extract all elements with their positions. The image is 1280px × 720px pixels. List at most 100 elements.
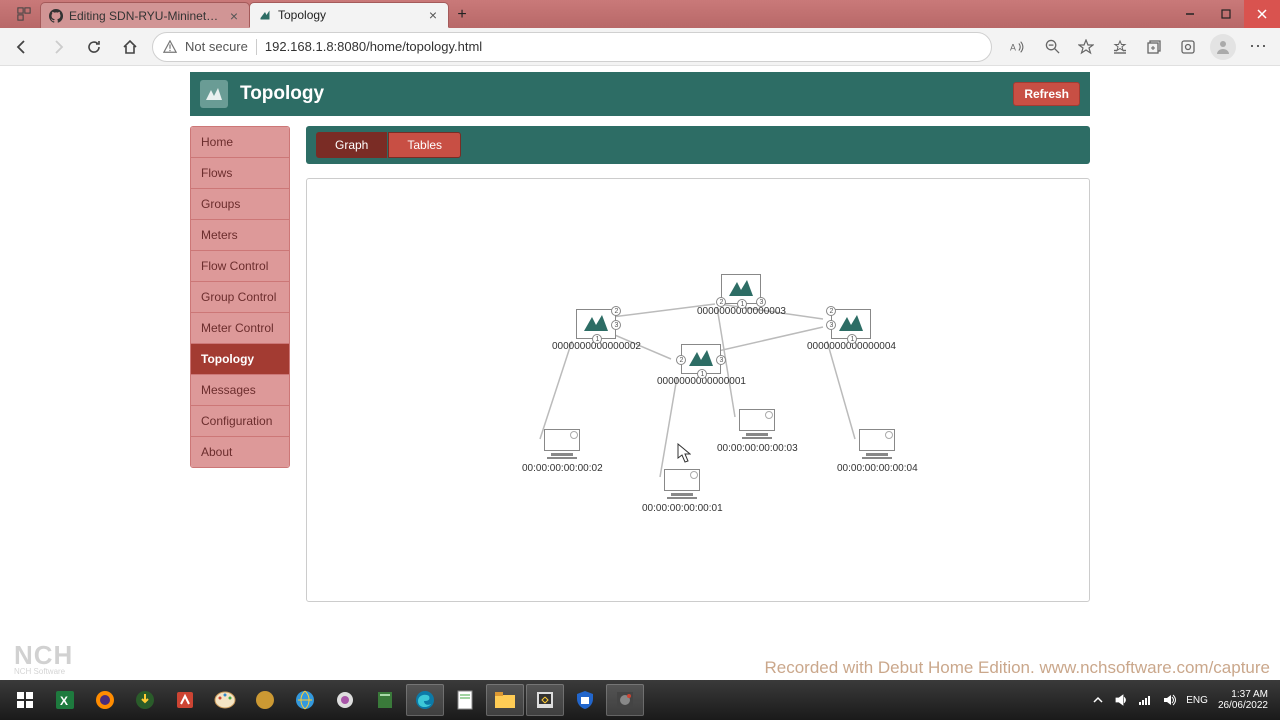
sidebar-item-home[interactable]: Home	[191, 127, 289, 158]
view-tabs: Graph Tables	[306, 126, 1090, 164]
page-header: Topology Refresh	[190, 72, 1090, 116]
host-icon	[739, 409, 775, 441]
switch-port[interactable]: 3	[826, 320, 836, 330]
tab-title: Topology	[278, 8, 420, 22]
switch-port[interactable]: 2	[826, 306, 836, 316]
sidebar-item-groups[interactable]: Groups	[191, 189, 289, 220]
switch-port[interactable]: 2	[676, 355, 686, 365]
app-favicon	[258, 8, 272, 22]
sidebar-item-group-control[interactable]: Group Control	[191, 282, 289, 313]
task-app3[interactable]	[366, 684, 404, 716]
menu-icon[interactable]: ⋯	[1244, 33, 1272, 61]
switch-port[interactable]: 2	[611, 306, 621, 316]
zoom-icon[interactable]	[1042, 37, 1062, 57]
tab-title: Editing SDN-RYU-Mininet-Path	[69, 9, 221, 23]
sidebar-item-configuration[interactable]: Configuration	[191, 406, 289, 437]
task-firefox[interactable]	[86, 684, 124, 716]
sidebar-item-messages[interactable]: Messages	[191, 375, 289, 406]
task-notepad[interactable]	[446, 684, 484, 716]
favorite-icon[interactable]	[1076, 37, 1096, 57]
back-button[interactable]	[8, 33, 36, 61]
not-secure-icon	[163, 40, 177, 54]
task-putty[interactable]	[526, 684, 564, 716]
address-bar[interactable]: Not secure 192.168.1.8:8080/home/topolog…	[152, 32, 992, 62]
window-close-button[interactable]	[1244, 0, 1280, 28]
tray-time[interactable]: 1:37 AM	[1218, 689, 1268, 700]
recording-watermark: Recorded with Debut Home Edition. www.nc…	[764, 658, 1270, 678]
task-security[interactable]	[566, 684, 604, 716]
collections-icon[interactable]	[1144, 37, 1164, 57]
switch-node-s1[interactable]: 123 0000000000000001	[657, 344, 746, 387]
switch-node-s4[interactable]: 123 0000000000000004	[807, 309, 896, 352]
tab-graph[interactable]: Graph	[316, 132, 387, 158]
task-ie[interactable]	[286, 684, 324, 716]
sidebar-item-flows[interactable]: Flows	[191, 158, 289, 189]
sidebar-item-topology[interactable]: Topology	[191, 344, 289, 375]
host-icon	[664, 469, 700, 501]
host-node-h1[interactable]: 00:00:00:00:00:01	[642, 469, 723, 514]
tab-topology[interactable]: Topology ×	[249, 2, 449, 28]
host-label: 00:00:00:00:00:02	[522, 463, 603, 474]
task-explorer[interactable]	[486, 684, 524, 716]
host-label: 00:00:00:00:00:01	[642, 503, 723, 514]
sidebar-item-meter-control[interactable]: Meter Control	[191, 313, 289, 344]
host-label: 00:00:00:00:00:04	[837, 463, 918, 474]
task-obs[interactable]	[606, 684, 644, 716]
sidebar: HomeFlowsGroupsMetersFlow ControlGroup C…	[190, 126, 290, 602]
svg-text:X: X	[60, 694, 68, 708]
home-button[interactable]	[116, 33, 144, 61]
tab-actions-icon[interactable]	[8, 0, 40, 28]
host-node-h2[interactable]: 00:00:00:00:00:02	[522, 429, 603, 474]
topology-links	[307, 179, 1089, 601]
switch-icon: 123	[681, 344, 721, 374]
tray-date[interactable]: 26/06/2022	[1218, 700, 1268, 711]
host-icon	[544, 429, 580, 461]
main-panel: Graph Tables	[306, 126, 1090, 602]
svg-text:A: A	[1010, 42, 1016, 52]
nch-watermark: NCH NCH Software	[14, 640, 73, 676]
refresh-topology-button[interactable]: Refresh	[1013, 82, 1080, 106]
switch-port[interactable]: 3	[716, 355, 726, 365]
page-viewport: Topology Refresh HomeFlowsGroupsMetersFl…	[0, 66, 1280, 680]
extensions-icon[interactable]	[1178, 37, 1198, 57]
close-icon[interactable]: ×	[426, 8, 440, 22]
tray-lang[interactable]: ENG	[1186, 695, 1208, 706]
switch-node-s3[interactable]: 123 0000000000000003	[697, 274, 786, 317]
host-node-h3[interactable]: 00:00:00:00:00:03	[717, 409, 798, 454]
tray-sound-icon[interactable]	[1162, 693, 1176, 707]
taskbar[interactable]: X ENG 1:37 AM 26/06/2022	[0, 680, 1280, 720]
task-paint[interactable]	[206, 684, 244, 716]
minimize-button[interactable]	[1172, 0, 1208, 28]
favorites-bar-icon[interactable]	[1110, 37, 1130, 57]
system-tray[interactable]: ENG 1:37 AM 26/06/2022	[1092, 689, 1274, 711]
sidebar-item-about[interactable]: About	[191, 437, 289, 467]
switch-icon: 123	[721, 274, 761, 304]
tab-tables[interactable]: Tables	[388, 132, 461, 158]
new-tab-button[interactable]: +	[448, 2, 476, 28]
tray-chevron-icon[interactable]	[1092, 694, 1104, 706]
tab-github[interactable]: Editing SDN-RYU-Mininet-Path ×	[40, 2, 250, 28]
task-app2[interactable]	[326, 684, 364, 716]
task-downloads[interactable]	[126, 684, 164, 716]
topology-canvas[interactable]: 123 0000000000000003 123 000000000000000…	[306, 178, 1090, 602]
maximize-button[interactable]	[1208, 0, 1244, 28]
switch-port[interactable]: 3	[611, 320, 621, 330]
browser-toolbar: Not secure 192.168.1.8:8080/home/topolog…	[0, 28, 1280, 66]
start-button[interactable]	[6, 684, 44, 716]
task-sketchup[interactable]	[166, 684, 204, 716]
task-app1[interactable]	[246, 684, 284, 716]
switch-node-s2[interactable]: 123 0000000000000002	[552, 309, 641, 352]
tray-network-icon[interactable]	[1138, 693, 1152, 707]
tray-volume-icon[interactable]	[1114, 693, 1128, 707]
sidebar-item-flow-control[interactable]: Flow Control	[191, 251, 289, 282]
github-icon	[49, 9, 63, 23]
forward-button[interactable]	[44, 33, 72, 61]
profile-avatar[interactable]	[1210, 34, 1236, 60]
task-edge[interactable]	[406, 684, 444, 716]
host-node-h4[interactable]: 00:00:00:00:00:04	[837, 429, 918, 474]
refresh-button[interactable]	[80, 33, 108, 61]
close-icon[interactable]: ×	[227, 9, 241, 23]
read-aloud-icon[interactable]: A	[1008, 37, 1028, 57]
sidebar-item-meters[interactable]: Meters	[191, 220, 289, 251]
task-excel[interactable]: X	[46, 684, 84, 716]
